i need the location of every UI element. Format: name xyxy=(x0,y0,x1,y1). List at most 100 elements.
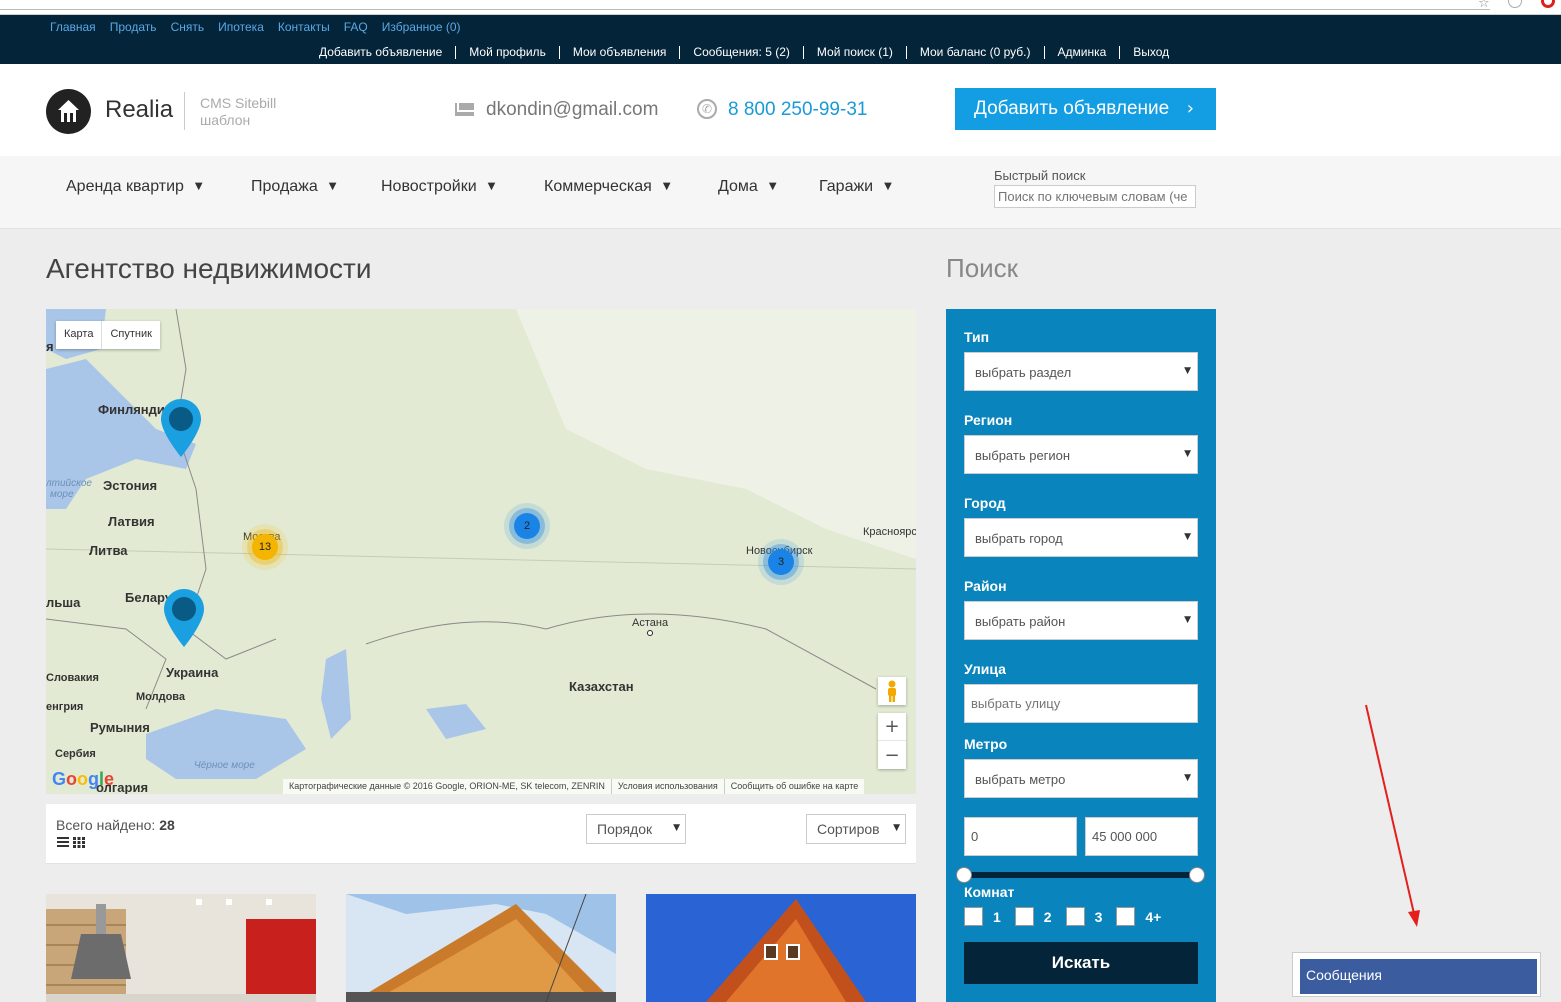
messages-widget-label[interactable]: Сообщения xyxy=(1300,959,1537,994)
map-type-map-button[interactable]: Карта xyxy=(56,321,103,349)
grid-view-icon[interactable] xyxy=(73,837,85,848)
caret-down-icon: ▼ xyxy=(768,181,777,192)
user-link-messages[interactable]: Сообщения: 5 (2) xyxy=(680,46,804,59)
map-label: енгрия xyxy=(46,701,84,713)
type-select[interactable]: выбрать раздел ▼ xyxy=(964,352,1198,391)
map-cluster[interactable]: 13 xyxy=(252,534,278,560)
bookmark-star-icon[interactable]: ☆ xyxy=(1478,0,1490,11)
order-select[interactable]: Порядок ▼ xyxy=(586,814,686,844)
map-label: Астана xyxy=(632,617,669,629)
user-link-my-listings[interactable]: Мои объявления xyxy=(560,46,681,59)
price-slider-max-handle[interactable] xyxy=(1189,867,1205,883)
map-cluster[interactable]: 2 xyxy=(514,513,540,539)
mail-icon xyxy=(455,103,474,116)
room-option-label: 2 xyxy=(1043,908,1052,925)
nav-item-new-buildings[interactable]: Новостройки ▼ xyxy=(381,178,495,196)
top-link-sell[interactable]: Продать xyxy=(110,20,157,34)
messages-widget[interactable]: Сообщения xyxy=(1292,952,1541,997)
extension-icon[interactable] xyxy=(1508,0,1522,8)
list-view-icon[interactable] xyxy=(57,837,69,848)
listing-photo-house xyxy=(346,894,616,1002)
city-select[interactable]: выбрать город ▼ xyxy=(964,518,1198,557)
rooms-options: 1 2 3 4+ xyxy=(964,907,1175,926)
header-phone[interactable]: 8 800 250-99-31 xyxy=(728,99,867,121)
nav-item-commercial[interactable]: Коммерческая ▼ xyxy=(544,178,671,196)
add-listing-button[interactable]: Добавить объявление › xyxy=(955,88,1216,130)
checkbox[interactable] xyxy=(964,907,983,926)
map-data-credit: Картографические данные © 2016 Google, O… xyxy=(283,779,612,794)
phone-icon: ✆ xyxy=(697,99,717,119)
top-link-mortgage[interactable]: Ипотека xyxy=(218,20,264,34)
price-min-input[interactable] xyxy=(964,817,1077,856)
nav-item-label: Коммерческая xyxy=(544,178,652,195)
nav-item-rent-apartments[interactable]: Аренда квартир ▼ xyxy=(66,178,203,196)
district-select[interactable]: выбрать район ▼ xyxy=(964,601,1198,640)
map-attribution: Картографические данные © 2016 Google, O… xyxy=(283,779,865,794)
price-max-input[interactable] xyxy=(1085,817,1198,856)
top-link-home[interactable]: Главная xyxy=(50,20,96,34)
checkbox[interactable] xyxy=(1014,907,1034,926)
user-link-profile[interactable]: Мой профиль xyxy=(456,46,560,59)
map-pin-icon[interactable] xyxy=(161,399,201,457)
user-link-add-listing[interactable]: Добавить объявление xyxy=(306,46,457,59)
top-link-faq[interactable]: FAQ xyxy=(344,20,368,34)
price-slider-min-handle[interactable] xyxy=(956,867,972,883)
header-email[interactable]: dkondin@gmail.com xyxy=(486,99,658,121)
listing-card-photo[interactable] xyxy=(346,894,616,1002)
listing-photo-kitchen xyxy=(46,894,316,1002)
results-count-label: Всего найдено: xyxy=(56,817,156,833)
room-option-label: 1 xyxy=(993,908,1001,925)
price-slider-track[interactable] xyxy=(964,872,1198,878)
search-button[interactable]: Искать xyxy=(964,942,1198,984)
logo-name[interactable]: Realia xyxy=(105,96,173,124)
caret-down-icon: ▼ xyxy=(487,181,496,192)
region-select[interactable]: выбрать регион ▼ xyxy=(964,435,1198,474)
map-label: Словакия xyxy=(46,672,99,684)
top-link-rent[interactable]: Снять xyxy=(171,20,205,34)
metro-label: Метро xyxy=(964,736,1008,752)
map-zoom-controls: + − xyxy=(878,713,906,769)
room-option-3[interactable]: 3 xyxy=(1065,907,1103,926)
map-report-link[interactable]: Сообщить об ошибке на карте xyxy=(725,779,864,794)
map[interactable]: Карта Спутник я Финлянди лтийское море Э… xyxy=(46,309,916,794)
checkbox[interactable] xyxy=(1065,907,1085,926)
room-option-label: 3 xyxy=(1094,908,1103,925)
listing-card-photo[interactable] xyxy=(46,894,316,1002)
room-option-2[interactable]: 2 xyxy=(1014,907,1052,926)
home-icon[interactable] xyxy=(46,89,91,134)
user-link-my-search[interactable]: Мой поиск (1) xyxy=(804,46,907,59)
map-type-satellite-button[interactable]: Спутник xyxy=(102,321,159,349)
map-terms-link[interactable]: Условия использования xyxy=(612,779,725,794)
nav-item-houses[interactable]: Дома ▼ xyxy=(718,178,777,196)
caret-down-icon: ▼ xyxy=(1184,773,1191,783)
nav-item-sale[interactable]: Продажа ▼ xyxy=(251,178,336,196)
map-pin-icon[interactable] xyxy=(164,589,204,647)
results-bar: Всего найдено: 28 Порядок ▼ Сортиров ▼ xyxy=(46,804,916,864)
room-option-1[interactable]: 1 xyxy=(964,907,1001,926)
nav-item-garages[interactable]: Гаражи ▼ xyxy=(819,178,892,196)
user-link-logout[interactable]: Выход xyxy=(1120,46,1182,59)
quick-search-input[interactable] xyxy=(994,185,1196,208)
sort-select[interactable]: Сортиров ▼ xyxy=(806,814,906,844)
city-select-value: выбрать город xyxy=(975,531,1063,546)
listing-card-photo[interactable] xyxy=(646,894,916,1002)
top-link-favorites[interactable]: Избранное (0) xyxy=(382,20,461,34)
map-label: Румыния xyxy=(90,720,150,735)
top-link-contacts[interactable]: Контакты xyxy=(278,20,330,34)
street-input[interactable] xyxy=(964,684,1198,723)
map-label: Украина xyxy=(166,665,219,680)
user-link-balance[interactable]: Мои баланс (0 руб.) xyxy=(907,46,1045,59)
room-option-4plus[interactable]: 4+ xyxy=(1116,907,1161,926)
pegman-icon[interactable] xyxy=(878,677,906,705)
map-cluster[interactable]: 3 xyxy=(768,549,794,575)
browser-chrome-strip: ☆ xyxy=(0,0,1561,15)
city-dot-icon xyxy=(647,630,653,636)
caret-down-icon: ▼ xyxy=(1184,532,1191,542)
user-link-admin[interactable]: Админка xyxy=(1045,46,1121,59)
checkbox[interactable] xyxy=(1116,907,1136,926)
zoom-in-button[interactable]: + xyxy=(878,713,906,741)
opera-icon[interactable] xyxy=(1541,0,1555,8)
zoom-out-button[interactable]: − xyxy=(878,741,906,769)
chevron-right-icon: › xyxy=(1186,98,1194,119)
metro-select[interactable]: выбрать метро ▼ xyxy=(964,759,1198,798)
